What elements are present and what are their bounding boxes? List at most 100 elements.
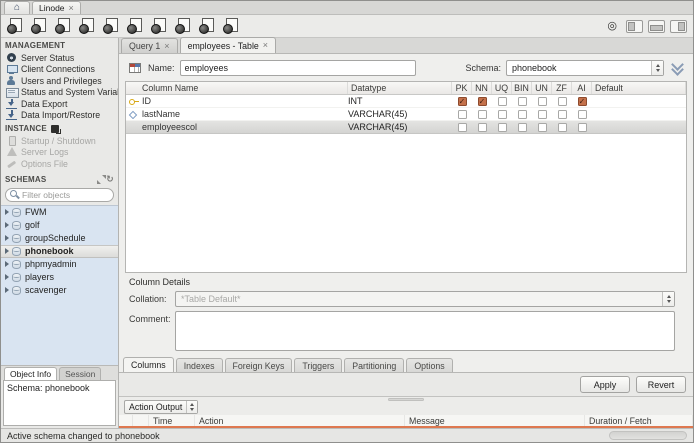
create-view-icon[interactable]	[127, 18, 143, 34]
create-function-icon[interactable]	[175, 18, 191, 34]
home-tab[interactable]: ⌂	[4, 1, 30, 14]
section-tab[interactable]: Triggers	[294, 358, 343, 372]
editor-tab[interactable]: Query 1 ×	[121, 38, 178, 53]
checkbox-unchecked[interactable]	[577, 109, 587, 119]
flag-checkbox-cell[interactable]	[452, 122, 472, 132]
grid-header-cell[interactable]: NN	[472, 82, 492, 94]
comment-textarea[interactable]	[175, 311, 675, 351]
checkbox-unchecked[interactable]	[497, 96, 507, 106]
checkbox-checked[interactable]: ✓	[477, 96, 487, 106]
schema-item[interactable]: groupSchedule	[1, 232, 118, 245]
grid-header-cell[interactable]: BIN	[512, 82, 532, 94]
search-table-data-icon[interactable]	[199, 18, 215, 34]
grid-header-cell[interactable]: UQ	[492, 82, 512, 94]
grid-header-cell[interactable]: UN	[532, 82, 552, 94]
inspector-icon[interactable]	[55, 18, 71, 34]
flag-checkbox-cell[interactable]	[552, 122, 572, 132]
flag-checkbox-cell[interactable]	[492, 122, 512, 132]
spinner-icon[interactable]	[662, 292, 674, 306]
checkbox-unchecked[interactable]	[537, 109, 547, 119]
info-tab[interactable]: Session	[59, 367, 102, 380]
flag-checkbox-cell[interactable]	[532, 96, 552, 106]
sidebar-item[interactable]: Data Export	[1, 98, 118, 110]
collapse-header-chevron-icon[interactable]	[669, 60, 685, 76]
expand-arrow-icon[interactable]	[5, 261, 9, 267]
checkbox-unchecked[interactable]	[537, 96, 547, 106]
editor-tab[interactable]: employees - Table ×	[179, 37, 277, 53]
checkbox-unchecked[interactable]	[557, 96, 567, 106]
grid-header-cell[interactable]: PK	[452, 82, 472, 94]
schema-select[interactable]: phonebook	[506, 59, 664, 76]
output-header-cell[interactable]	[133, 415, 149, 426]
checkbox-unchecked[interactable]	[477, 122, 487, 132]
output-header-cell[interactable]: Message	[405, 415, 585, 426]
schema-item[interactable]: phonebook	[1, 244, 118, 258]
checkbox-unchecked[interactable]	[557, 109, 567, 119]
expand-arrow-icon[interactable]	[5, 274, 9, 280]
checkbox-unchecked[interactable]	[457, 109, 467, 119]
checkbox-unchecked[interactable]	[497, 109, 507, 119]
schema-item[interactable]: phpmyadmin	[1, 258, 118, 271]
schema-item[interactable]: players	[1, 271, 118, 284]
info-tab[interactable]: Object Info	[4, 367, 58, 380]
flag-checkbox-cell[interactable]	[492, 109, 512, 119]
output-type-select[interactable]: Action Output	[124, 399, 198, 414]
revert-button[interactable]: Revert	[636, 376, 686, 393]
expand-arrow-icon[interactable]	[5, 287, 9, 293]
spinner-icon[interactable]	[651, 60, 663, 75]
sidebar-item[interactable]: Status and System Variables	[1, 87, 118, 99]
checkbox-unchecked[interactable]	[537, 122, 547, 132]
flag-checkbox-cell[interactable]: ✓	[572, 96, 592, 106]
toggle-bottom-panel-icon[interactable]	[648, 19, 665, 33]
flag-checkbox-cell[interactable]	[552, 109, 572, 119]
collation-select[interactable]: *Table Default*	[175, 291, 675, 307]
section-tab[interactable]: Partitioning	[344, 358, 405, 372]
table-row[interactable]: employeescol VARCHAR(45)	[126, 121, 686, 134]
flag-checkbox-cell[interactable]	[572, 109, 592, 119]
grid-header-cell[interactable]: Default	[592, 82, 686, 94]
grid-header-cell[interactable]: Column Name	[126, 82, 348, 94]
checkbox-unchecked[interactable]	[557, 122, 567, 132]
checkbox-unchecked[interactable]	[577, 122, 587, 132]
checkbox-unchecked[interactable]	[477, 109, 487, 119]
close-icon[interactable]: ×	[69, 3, 74, 13]
grid-header-cell[interactable]: Datatype	[348, 82, 452, 94]
sidebar-item[interactable]: Data Import/Restore	[1, 110, 118, 122]
flag-checkbox-cell[interactable]	[532, 109, 552, 119]
apply-button[interactable]: Apply	[580, 376, 630, 393]
close-icon[interactable]: ×	[164, 41, 169, 51]
toggle-right-panel-icon[interactable]	[670, 19, 687, 33]
close-icon[interactable]: ×	[263, 41, 268, 50]
grid-header-cell[interactable]: AI	[572, 82, 592, 94]
create-procedure-icon[interactable]	[151, 18, 167, 34]
expand-arrow-icon[interactable]	[5, 222, 9, 228]
schema-item[interactable]: golf	[1, 219, 118, 232]
flag-checkbox-cell[interactable]	[572, 122, 592, 132]
checkbox-unchecked[interactable]	[517, 122, 527, 132]
create-schema-icon[interactable]	[79, 18, 95, 34]
checkbox-unchecked[interactable]	[457, 122, 467, 132]
table-name-input[interactable]	[179, 59, 416, 76]
sidebar-item[interactable]: Options File	[1, 158, 118, 170]
sidebar-item[interactable]: Startup / Shutdown	[1, 135, 118, 147]
expand-arrow-icon[interactable]	[5, 209, 9, 215]
checkbox-checked[interactable]: ✓	[457, 96, 467, 106]
flag-checkbox-cell[interactable]	[472, 122, 492, 132]
splitter-handle[interactable]	[388, 398, 424, 401]
expand-arrow-icon[interactable]	[5, 235, 9, 241]
reconnect-dbms-icon[interactable]	[223, 18, 239, 34]
section-tab[interactable]: Foreign Keys	[224, 358, 293, 372]
section-tab[interactable]: Columns	[123, 357, 174, 372]
schema-item[interactable]: scavenger	[1, 284, 118, 297]
expand-arrow-icon[interactable]	[5, 248, 9, 254]
sidebar-item[interactable]: Users and Privileges	[1, 75, 118, 87]
create-table-icon[interactable]	[103, 18, 119, 34]
open-sql-script-icon[interactable]	[31, 18, 47, 34]
output-header-cell[interactable]: Time	[149, 415, 195, 426]
output-header-cell[interactable]	[119, 415, 133, 426]
connection-tab[interactable]: Linode ×	[32, 1, 81, 14]
flag-checkbox-cell[interactable]	[552, 96, 572, 106]
new-sql-tab-icon[interactable]	[7, 18, 23, 34]
sidebar-item[interactable]: Server Status	[1, 52, 118, 64]
flag-checkbox-cell[interactable]	[492, 96, 512, 106]
